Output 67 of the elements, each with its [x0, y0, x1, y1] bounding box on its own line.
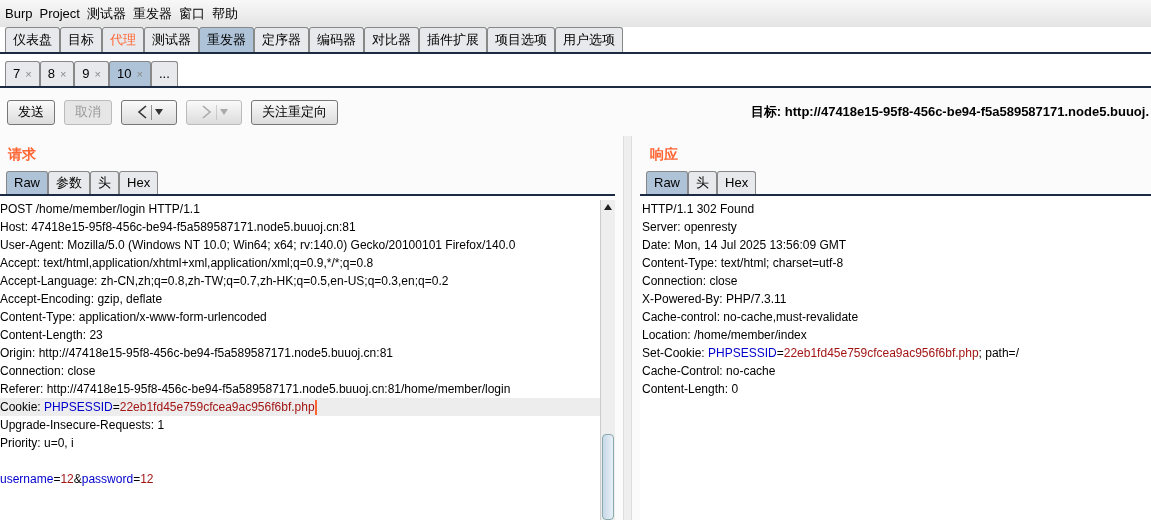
menu-item[interactable]: 重发器 — [132, 3, 172, 24]
code-line: Content-Length: 23 — [0, 327, 103, 344]
main-tab[interactable]: 仪表盘 — [5, 27, 60, 52]
code-line: Upgrade-Insecure-Requests: 1 — [0, 417, 165, 434]
code-line: Cache-Control: no-cache — [642, 363, 776, 380]
code-line: Accept-Encoding: gzip, deflate — [0, 291, 163, 308]
code-line: X-Powered-By: PHP/7.3.11 — [642, 291, 787, 308]
code-line: Cookie: PHPSESSID=22eb1fd45e759cfcea9ac956f6bf.php — [0, 399, 315, 416]
menu-item[interactable]: 窗口 — [178, 3, 205, 24]
code-line: Origin: http://47418e15-95f8-456c-be94-f5a589587171.node5.buuoj.cn:81 — [0, 345, 393, 362]
code-line: Set-Cookie: PHPSESSID=22eb1fd45e759cfcea9ac956f6bf.php; path=/ — [642, 345, 1019, 362]
scroll-thumb[interactable] — [602, 434, 614, 520]
code-line: Location: /home/member/index — [642, 327, 807, 344]
code-line: Connection: close — [642, 273, 738, 290]
main-tab[interactable]: 用户选项 — [555, 27, 623, 52]
editor-tab[interactable]: Raw — [646, 171, 688, 194]
request-tab[interactable]: 8 × — [39, 61, 75, 86]
code-line: Priority: u=0, i — [0, 435, 74, 452]
code-line: Server: openresty — [642, 219, 737, 236]
code-line: Accept-Language: zh-CN,zh;q=0.8,zh-TW;q=0.7,zh-HK;q=0.5,en-US;q=0.3,en;q=0.2 — [0, 273, 449, 290]
request-tab[interactable]: ... — [150, 61, 178, 86]
code-line: Content-Length: 0 — [642, 381, 739, 398]
panel-title: 请求 — [8, 144, 36, 164]
main-tab[interactable]: 定序器 — [254, 27, 309, 52]
code-line: Cache-control: no-cache,must-revalidate — [642, 309, 859, 326]
main-tab[interactable]: 插件扩展 — [419, 27, 487, 52]
editor-tab[interactable]: 头 — [90, 171, 119, 194]
code-line: POST /home/member/login HTTP/1.1 — [0, 201, 200, 218]
toolbar-button[interactable]: 发送 — [7, 99, 55, 125]
request-tab[interactable]: 10 × — [109, 61, 151, 86]
menu-item[interactable]: Project — [39, 3, 80, 24]
menu-item[interactable]: 测试器 — [86, 3, 126, 24]
editor-tab[interactable]: Hex — [717, 171, 757, 194]
chevron-left-icon — [135, 104, 148, 120]
code-line: Connection: close — [0, 363, 96, 380]
code-line: Referer: http://47418e15-95f8-456c-be94-f5a589587171.node5.buuoj.cn:81/home/member/login — [0, 381, 511, 398]
main-tab[interactable]: 对比器 — [364, 27, 419, 52]
code-line: Content-Type: text/html; charset=utf-8 — [642, 255, 844, 272]
code-line: Content-Type: application/x-www-form-urlencoded — [0, 309, 267, 326]
request-tab[interactable]: 9 × — [74, 61, 109, 86]
text-cursor — [314, 399, 317, 415]
code-line: User-Agent: Mozilla/5.0 (Windows NT 10.0; Win64; x64; rv:140.0) Gecko/20100101 Firefox/140.0 — [0, 237, 516, 254]
main-tab[interactable]: 重发器 — [199, 27, 254, 52]
code-line: username=12&password=12 — [0, 471, 154, 488]
target-url: 目标: http://47418e15-95f8-456c-be94-f5a589587171.node5.buuoj. — [750, 103, 1149, 122]
editor-tab[interactable]: Raw — [6, 171, 48, 194]
back-button[interactable] — [121, 99, 177, 125]
editor-tab[interactable]: 头 — [688, 171, 717, 194]
panel-title: 响应 — [650, 144, 678, 164]
caret-down-icon — [154, 109, 163, 115]
editor-tab[interactable]: 参数 — [48, 171, 90, 194]
code-line: Accept: text/html,application/xhtml+xml,application/xml;q=0.9,*/*;q=0.8 — [0, 255, 374, 272]
main-tab[interactable]: 测试器 — [144, 27, 199, 52]
code-line: Date: Mon, 14 Jul 2025 13:56:09 GMT — [642, 237, 847, 254]
code-line: Host: 47418e15-95f8-456c-be94-f5a589587171.node5.buuoj.cn:81 — [0, 219, 356, 236]
scrollbar[interactable] — [600, 200, 615, 520]
main-tab[interactable]: 编码器 — [309, 27, 364, 52]
request-tab[interactable]: 7 × — [5, 61, 40, 86]
menu-item[interactable]: 帮助 — [211, 3, 238, 24]
chevron-right-icon — [200, 104, 213, 120]
caret-down-icon — [219, 109, 228, 115]
main-tab[interactable]: 目标 — [60, 27, 102, 52]
main-tab[interactable]: 项目选项 — [487, 27, 555, 52]
editor-tab[interactable]: Hex — [119, 171, 159, 194]
toolbar-button[interactable]: 关注重定向 — [251, 99, 338, 125]
menu-item[interactable]: Burp — [5, 3, 33, 24]
code-line: HTTP/1.1 302 Found — [642, 201, 755, 218]
